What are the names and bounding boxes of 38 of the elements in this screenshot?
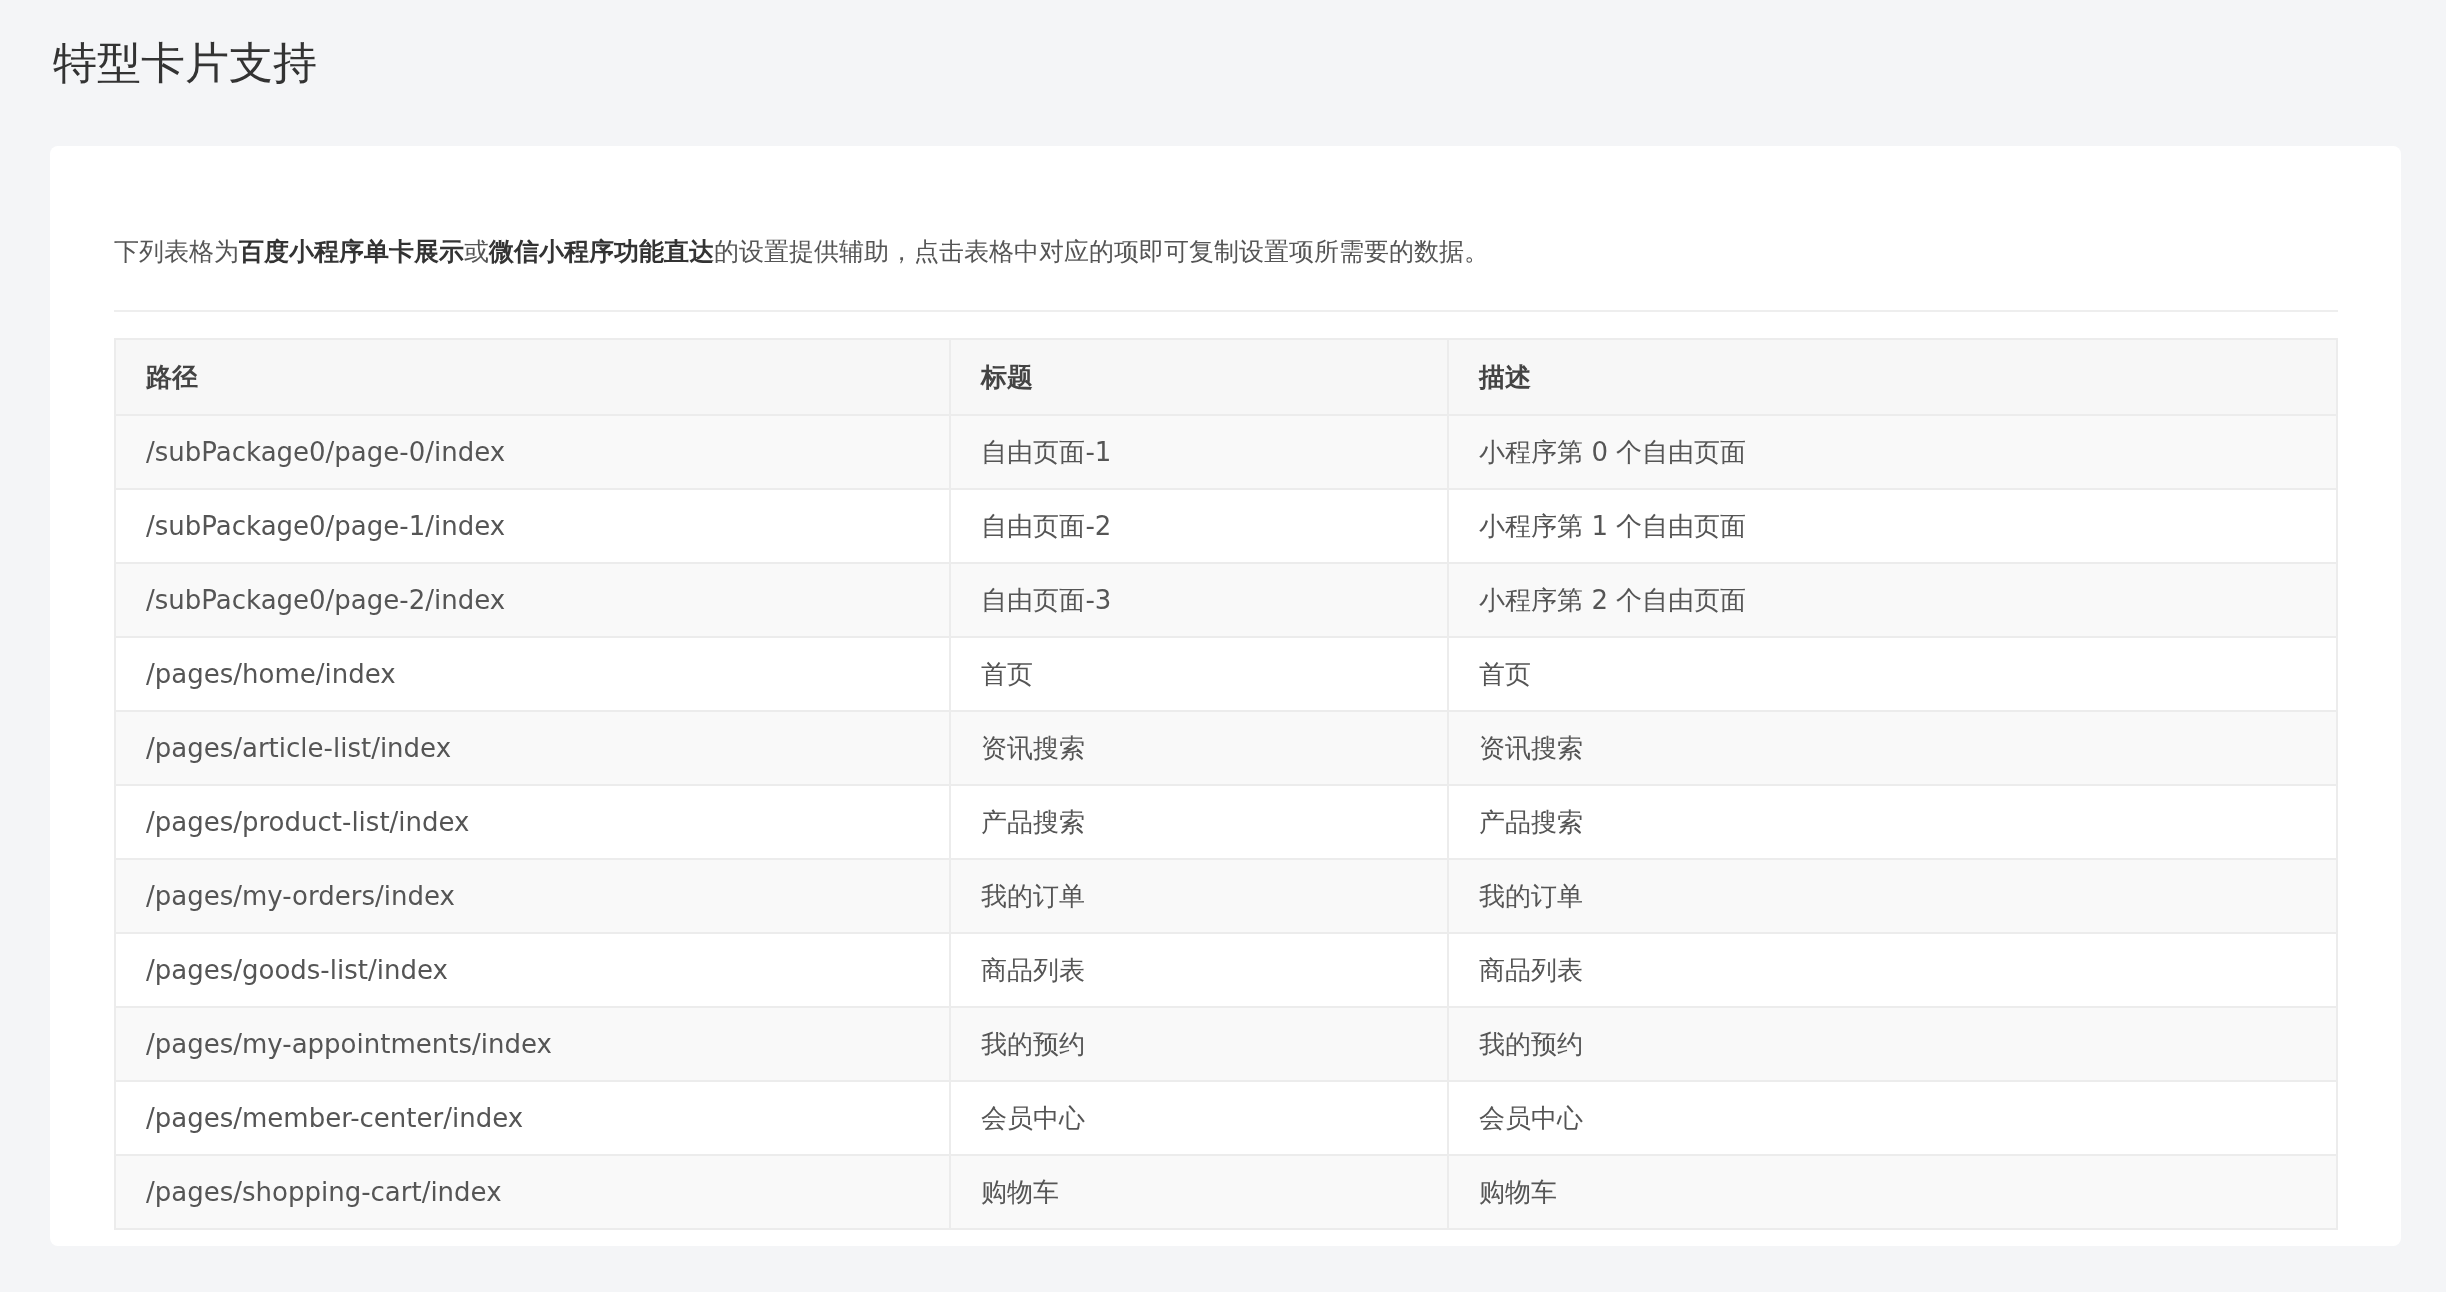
table-cell[interactable]: /pages/goods-list/index	[115, 933, 951, 1007]
table-cell[interactable]: 资讯搜索	[1448, 711, 2337, 785]
table-cell[interactable]: 产品搜索	[1448, 785, 2337, 859]
table-cell[interactable]: 自由页面-1	[950, 415, 1449, 489]
table-cell[interactable]: /subPackage0/page-2/index	[115, 563, 951, 637]
table-cell[interactable]: 产品搜索	[950, 785, 1449, 859]
table-cell[interactable]: 小程序第 1 个自由页面	[1448, 489, 2337, 563]
table-cell[interactable]: /pages/article-list/index	[115, 711, 951, 785]
table-cell[interactable]: /pages/member-center/index	[115, 1081, 951, 1155]
table-cell[interactable]: /subPackage0/page-0/index	[115, 415, 951, 489]
table-cell[interactable]: /subPackage0/page-1/index	[115, 489, 951, 563]
table-cell[interactable]: 首页	[950, 637, 1449, 711]
table-cell[interactable]: 购物车	[1448, 1155, 2337, 1229]
table-cell[interactable]: /pages/home/index	[115, 637, 951, 711]
table-cell[interactable]: 商品列表	[950, 933, 1449, 1007]
table-cell[interactable]: 购物车	[950, 1155, 1449, 1229]
table-cell[interactable]: 我的订单	[950, 859, 1449, 933]
column-header: 路径	[115, 339, 951, 415]
column-header: 标题	[950, 339, 1449, 415]
intro-text: 下列表格为百度小程序单卡展示或微信小程序功能直达的设置提供辅助，点击表格中对应的项即可复制设置项所需要的数据。	[114, 232, 2338, 312]
page-title: 特型卡片支持	[53, 36, 318, 90]
table-cell[interactable]: /pages/shopping-cart/index	[115, 1155, 951, 1229]
table-cell[interactable]: 会员中心	[1448, 1081, 2337, 1155]
table-cell[interactable]: 小程序第 2 个自由页面	[1448, 563, 2337, 637]
column-header: 描述	[1448, 339, 2337, 415]
table-cell[interactable]: /pages/product-list/index	[115, 785, 951, 859]
table-cell[interactable]: 自由页面-3	[950, 563, 1449, 637]
table-cell[interactable]: /pages/my-appointments/index	[115, 1007, 951, 1081]
table-cell[interactable]: /pages/my-orders/index	[115, 859, 951, 933]
table-cell[interactable]: 商品列表	[1448, 933, 2337, 1007]
table-cell[interactable]: 小程序第 0 个自由页面	[1448, 415, 2337, 489]
table-cell[interactable]: 我的订单	[1448, 859, 2337, 933]
table-cell[interactable]: 自由页面-2	[950, 489, 1449, 563]
table-cell[interactable]: 我的预约	[950, 1007, 1449, 1081]
table-cell[interactable]: 资讯搜索	[950, 711, 1449, 785]
table-cell[interactable]: 会员中心	[950, 1081, 1449, 1155]
table-cell[interactable]: 我的预约	[1448, 1007, 2337, 1081]
table-cell[interactable]: 首页	[1448, 637, 2337, 711]
